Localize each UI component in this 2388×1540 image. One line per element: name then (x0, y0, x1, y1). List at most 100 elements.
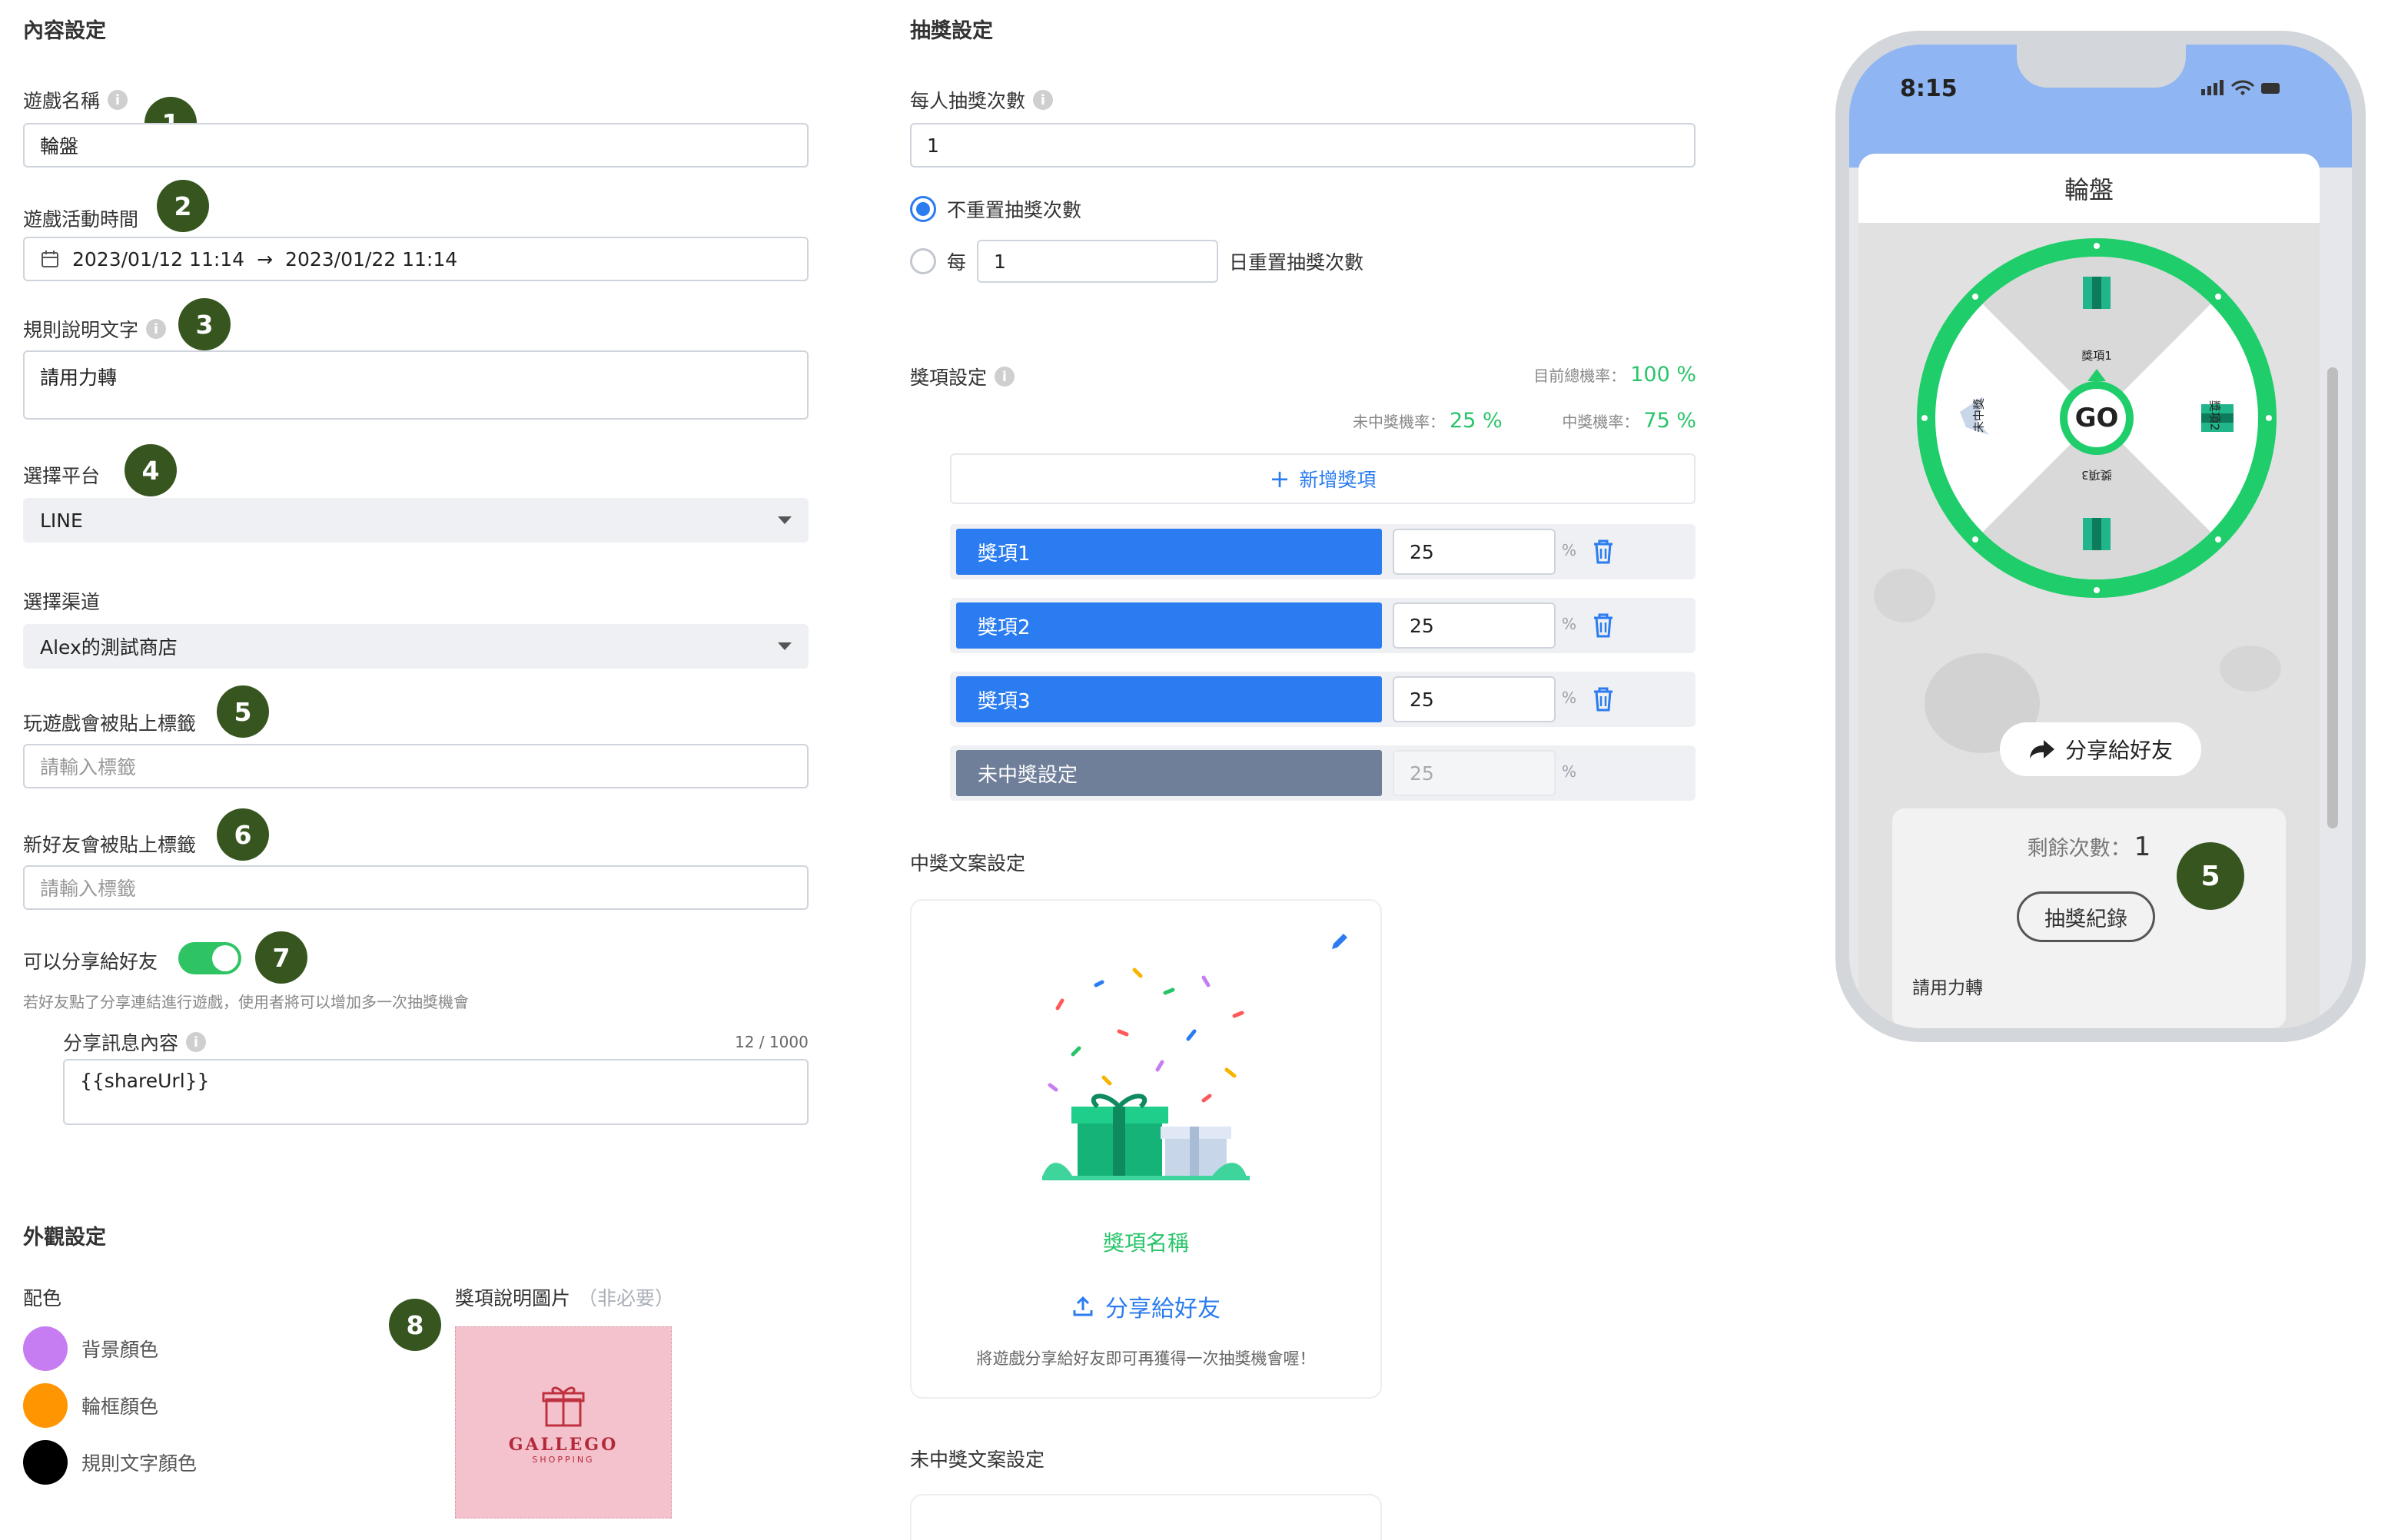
miss-prob: 未中獎機率： 25 % (1353, 409, 1503, 433)
color-row-bg[interactable]: 背景顏色 (23, 1326, 158, 1371)
no-reset-option[interactable]: 不重置抽獎次數 (910, 195, 1081, 223)
platform-value: LINE (40, 509, 83, 532)
play-tag-input[interactable]: 請輸入標籤 (23, 744, 809, 788)
plus-icon: + (1269, 464, 1290, 493)
draw-settings-title: 抽獎設定 (910, 19, 993, 43)
win-card-hint: 將遊戲分享給好友即可再獲得一次抽獎機會喔！ (976, 1349, 1316, 1368)
prize-pct-input[interactable]: 25 (1393, 602, 1556, 649)
miss-prob-value: 25 % (1450, 409, 1503, 433)
optional-tag: （非必要） (578, 1287, 675, 1309)
share-msg-label: 分享訊息內容 i (63, 1028, 207, 1056)
prize-name[interactable]: 獎項1 (956, 529, 1382, 575)
friend-tag-label: 新好友會被貼上標籤 (23, 834, 197, 856)
pct-sign: % (1562, 689, 1577, 707)
badge-8: 8 (389, 1299, 441, 1351)
win-share-button[interactable]: 分享給好友 (912, 1289, 1380, 1323)
wheel-segment-label: 獎項1 (2081, 349, 2112, 363)
prize-pct-input[interactable]: 25 (1393, 676, 1556, 722)
share-msg-label-text: 分享訊息內容 (63, 1032, 179, 1054)
trash-icon[interactable] (1591, 685, 1616, 713)
char-count: 12 / 1000 (735, 1033, 809, 1051)
daily-reset-option[interactable]: 每 1 日重置抽獎次數 (910, 240, 1363, 283)
color-label-frame: 輪框顏色 (81, 1396, 159, 1418)
win-copy-title: 中獎文案設定 (910, 852, 1026, 875)
color-label-rules: 規則文字顏色 (81, 1452, 198, 1475)
win-prob-label: 中獎機率： (1562, 413, 1639, 431)
platform-select[interactable]: LINE (23, 498, 809, 543)
info-icon[interactable]: i (1033, 90, 1054, 110)
rules-color-swatch[interactable] (23, 1440, 68, 1485)
remaining-label: 剩餘次數： (2027, 837, 2131, 861)
calendar-icon (42, 251, 58, 267)
prize-image-upload[interactable]: GALLEGO SHOPPING (455, 1326, 672, 1518)
draw-record-button[interactable]: 抽獎紀錄 (2017, 891, 2155, 942)
go-button[interactable]: GO (2066, 403, 2127, 433)
reset-days-input[interactable]: 1 (977, 240, 1219, 283)
prize-row: 獎項3 25 % (950, 672, 1696, 727)
channel-select[interactable]: Alex的測試商店 (23, 624, 809, 669)
wheel-segment-label: 獎項3 (2081, 468, 2112, 482)
per-person-label-text: 每人抽獎次數 (910, 90, 1026, 112)
rules-label: 規則說明文字 i (23, 315, 167, 343)
per-person-label: 每人抽獎次數 i (910, 86, 1054, 114)
win-copy-card: 獎項名稱 分享給好友 將遊戲分享給好友即可再獲得一次抽獎機會喔！ (910, 899, 1382, 1399)
prize-name[interactable]: 獎項3 (956, 676, 1382, 722)
miss-row: 未中獎設定 25 % (950, 745, 1696, 801)
rules-textarea[interactable]: 請用力轉 (23, 350, 809, 420)
phone-rules-text: 請用力轉 (1912, 978, 1983, 998)
badge-2: 2 (157, 180, 209, 232)
share-msg-textarea[interactable]: {{shareUrl}} (63, 1059, 809, 1125)
prize-name[interactable]: 獎項2 (956, 602, 1382, 649)
phone-scrollbar[interactable] (2327, 367, 2338, 828)
rules-label-text: 規則說明文字 (23, 319, 139, 341)
color-row-frame[interactable]: 輪框顏色 (23, 1383, 158, 1428)
pct-sign: % (1562, 541, 1577, 559)
gift-logo-icon (542, 1386, 585, 1426)
win-share-label: 分享給好友 (1105, 1296, 1221, 1323)
total-prob-value: 100 % (1630, 363, 1696, 387)
miss-copy-title: 未中獎文案設定 (910, 1449, 1045, 1471)
status-time: 8:15 (1900, 75, 1958, 102)
per-person-input[interactable]: 1 (910, 123, 1696, 168)
trash-icon[interactable] (1591, 538, 1616, 566)
content-settings-title: 內容設定 (23, 19, 106, 43)
friend-tag-input[interactable]: 請輸入標籤 (23, 865, 809, 910)
phone-share-button[interactable]: 分享給好友 (2000, 722, 2201, 776)
date-start: 2023/01/12 11:14 (72, 247, 245, 270)
platform-label: 選擇平台 (23, 465, 101, 487)
game-title: 輪盤 (1858, 154, 2320, 223)
phone-frame: 8:15 輪盤 GO 獎項1 獎項2 獎項3 未中獎 分享給好友 剩餘次數： 1… (1835, 31, 2366, 1042)
miss-copy-card (910, 1494, 1382, 1540)
daily-reset-radio[interactable] (910, 248, 936, 274)
wheel-segment-label: 獎項2 (2207, 400, 2222, 431)
total-prob-label: 目前總機率： (1533, 367, 1626, 385)
no-reset-radio[interactable] (910, 196, 936, 222)
info-icon[interactable]: i (995, 367, 1015, 387)
gift-confetti-illustration (1042, 967, 1250, 1180)
prize-row: 獎項2 25 % (950, 598, 1696, 653)
share-toggle[interactable] (178, 942, 241, 974)
info-icon[interactable]: i (186, 1032, 207, 1052)
game-name-label: 遊戲名稱 i (23, 86, 128, 114)
wheel-segment-label: 未中獎 (1971, 398, 1986, 433)
share-label: 可以分享給好友 (23, 951, 158, 973)
prize-image-label-text: 獎項說明圖片 (455, 1287, 571, 1309)
trash-icon[interactable] (1591, 612, 1616, 639)
color-row-rules[interactable]: 規則文字顏色 (23, 1440, 197, 1485)
prize-pct-input[interactable]: 25 (1393, 529, 1556, 575)
no-reset-label: 不重置抽獎次數 (947, 199, 1082, 221)
date-range-picker[interactable]: 2023/01/12 11:14 → 2023/01/22 11:14 (23, 237, 809, 281)
upload-icon (1073, 1296, 1093, 1316)
info-icon[interactable]: i (146, 319, 167, 339)
frame-color-swatch[interactable] (23, 1383, 68, 1428)
game-panel: 輪盤 GO 獎項1 獎項2 獎項3 未中獎 分享給好友 剩餘次數： 1 抽獎紀錄… (1858, 154, 2320, 1028)
game-name-input[interactable]: 輪盤 (23, 123, 809, 168)
info-icon[interactable]: i (108, 90, 128, 110)
background-color-swatch[interactable] (23, 1326, 68, 1371)
add-prize-button[interactable]: + 新增獎項 (950, 453, 1696, 504)
arrow-right-icon: → (257, 247, 274, 270)
edit-pencil-icon[interactable] (1328, 930, 1351, 953)
color-label: 配色 (23, 1287, 62, 1309)
win-prob: 中獎機率： 75 % (1562, 409, 1696, 433)
miss-settings-name[interactable]: 未中獎設定 (956, 750, 1382, 796)
